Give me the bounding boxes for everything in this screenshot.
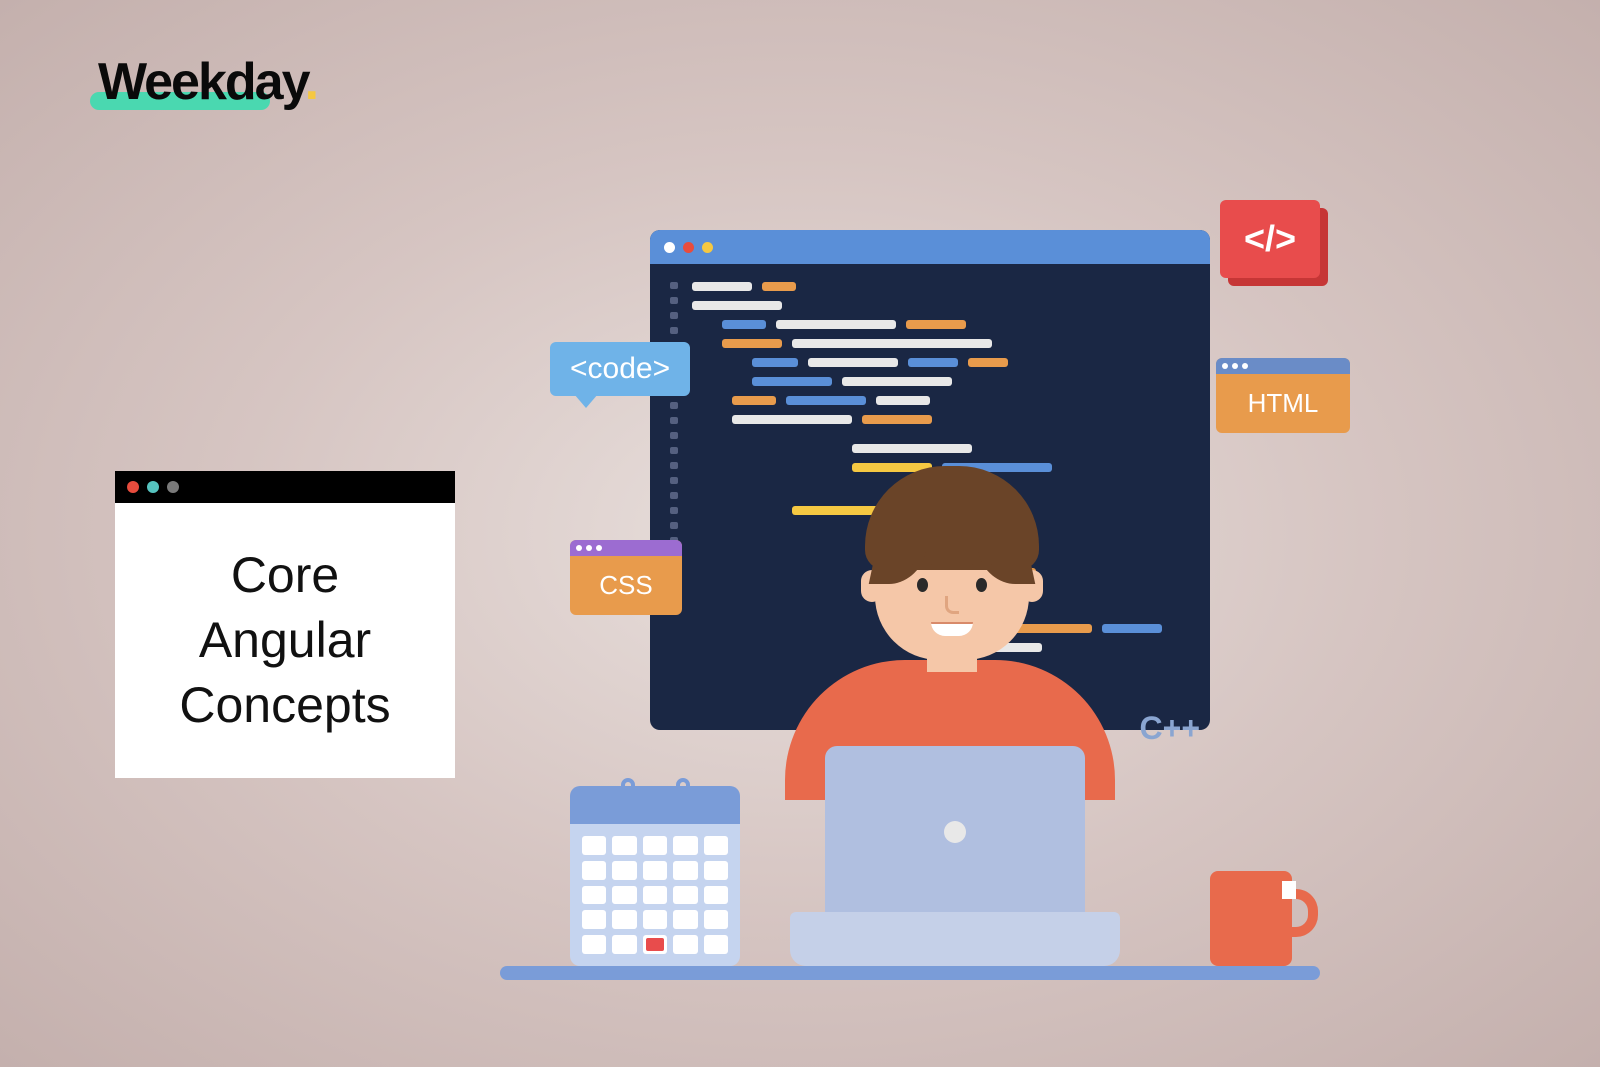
editor-dot bbox=[683, 242, 694, 253]
slash-text: </> bbox=[1244, 218, 1296, 260]
calendar-icon bbox=[570, 786, 740, 966]
logo-dot: . bbox=[305, 53, 317, 111]
person-mouth bbox=[931, 622, 973, 636]
editor-titlebar bbox=[650, 230, 1210, 264]
html-tag-bar bbox=[1216, 358, 1350, 374]
laptop-camera bbox=[944, 821, 966, 843]
illustration: </> <code> CSS HTML C++ bbox=[560, 200, 1280, 980]
code-bubble: <code> bbox=[550, 342, 690, 396]
css-tag-bar bbox=[570, 540, 682, 556]
desk-surface bbox=[500, 966, 1320, 980]
editor-dot bbox=[702, 242, 713, 253]
person-eye bbox=[917, 578, 928, 592]
html-tag: HTML bbox=[1216, 358, 1350, 433]
laptop-icon bbox=[790, 746, 1120, 966]
laptop-base bbox=[790, 912, 1120, 966]
mug-body bbox=[1210, 871, 1292, 966]
window-dot-teal bbox=[147, 481, 159, 493]
calendar-rings bbox=[570, 778, 740, 802]
person-hair bbox=[865, 466, 1039, 570]
person-eye bbox=[976, 578, 987, 592]
title-card: Core Angular Concepts bbox=[115, 471, 455, 778]
title-card-titlebar bbox=[115, 471, 455, 503]
css-tag-label: CSS bbox=[570, 556, 682, 615]
logo-text: Weekday. bbox=[98, 53, 317, 111]
title-line-1: Core bbox=[135, 543, 435, 608]
title-line-2: Angular bbox=[135, 608, 435, 673]
person-brow bbox=[971, 564, 993, 569]
code-bubble-text: <code> bbox=[570, 352, 670, 385]
title-line-3: Concepts bbox=[135, 673, 435, 738]
person-nose bbox=[945, 596, 959, 614]
window-dot-red bbox=[127, 481, 139, 493]
title-card-body: Core Angular Concepts bbox=[115, 503, 455, 778]
logo: Weekday. bbox=[98, 52, 317, 112]
window-dot-gray bbox=[167, 481, 179, 493]
logo-word: Weekday bbox=[98, 53, 305, 111]
cpp-label: C++ bbox=[1140, 710, 1200, 747]
html-tag-label: HTML bbox=[1216, 374, 1350, 433]
css-tag: CSS bbox=[570, 540, 682, 615]
calendar-grid bbox=[570, 824, 740, 966]
person-head bbox=[875, 486, 1029, 660]
code-slash-badge: </> bbox=[1220, 200, 1320, 278]
laptop-screen bbox=[825, 746, 1085, 918]
editor-dot bbox=[664, 242, 675, 253]
person-brow bbox=[911, 564, 933, 569]
mug-icon bbox=[1210, 871, 1310, 966]
mug-teabag bbox=[1282, 881, 1296, 899]
